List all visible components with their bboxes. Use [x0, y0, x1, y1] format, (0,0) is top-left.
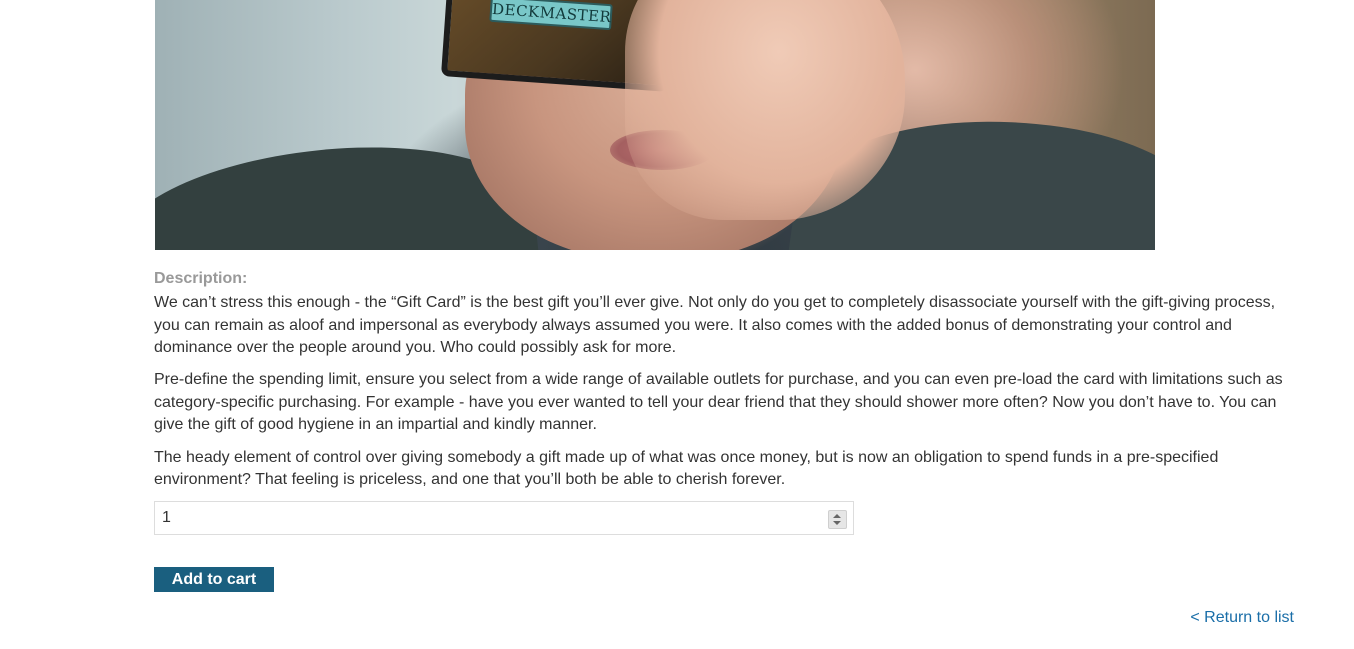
add-to-cart-button[interactable]: Add to cart [154, 567, 274, 592]
product-detail-page: DECKMASTER Description: We can’t stress … [0, 0, 1354, 649]
description: We can’t stress this enough - the “Gift … [154, 292, 1294, 501]
return-to-list-link[interactable]: < Return to list [1190, 609, 1294, 627]
number-spinner-icon[interactable] [828, 510, 847, 529]
product-image: DECKMASTER [155, 0, 1155, 250]
photo-hand [625, 0, 905, 220]
spinner-up-icon[interactable] [833, 514, 841, 518]
quantity-field[interactable]: 1 [154, 501, 854, 535]
description-paragraph: Pre-define the spending limit, ensure yo… [154, 371, 1283, 434]
description-paragraph: The heady element of control over giving… [154, 448, 1219, 489]
description-paragraph: We can’t stress this enough - the “Gift … [154, 294, 1276, 357]
spinner-down-icon[interactable] [833, 521, 841, 525]
quantity-value[interactable]: 1 [162, 502, 171, 534]
description-label: Description: [154, 270, 248, 287]
